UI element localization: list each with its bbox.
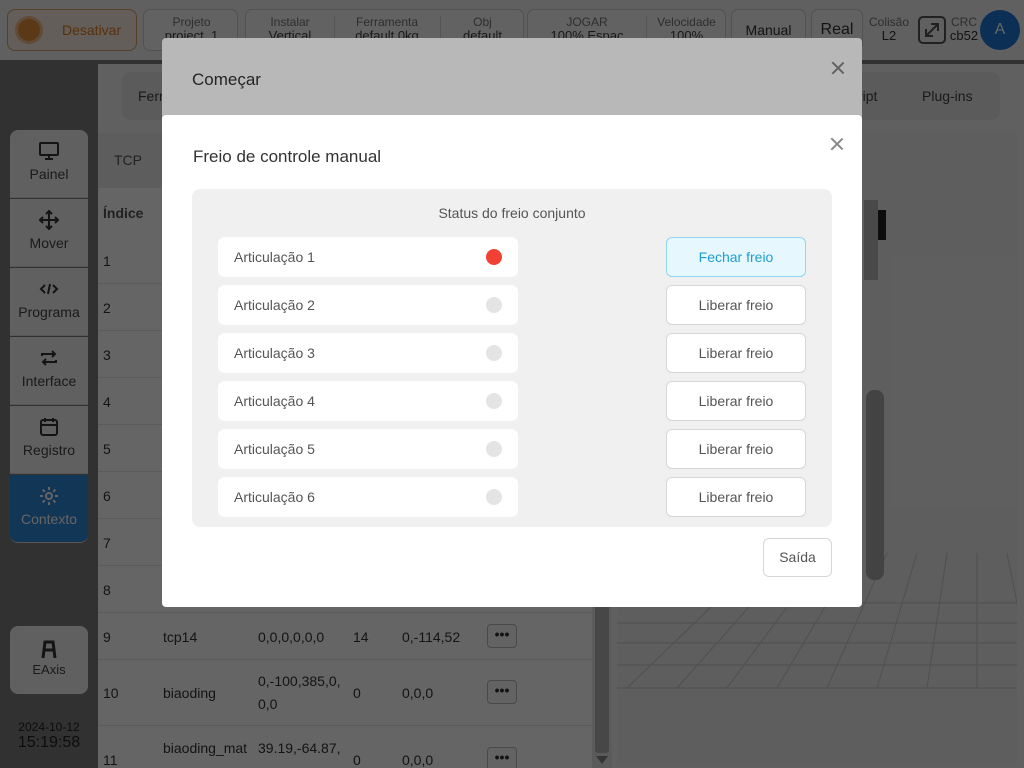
exit-button[interactable]: Saída xyxy=(763,538,832,577)
brake-status-indicator xyxy=(486,393,502,409)
joint-name: Articulação 5 xyxy=(234,441,315,457)
release-brake-button-3[interactable]: Liberar freio xyxy=(666,333,806,373)
joint-name: Articulação 2 xyxy=(234,297,315,313)
close-icon[interactable] xyxy=(830,137,844,151)
joint-status-6: Articulação 6 xyxy=(218,477,518,517)
brake-status-panel: Status do freio conjunto Articulação 1 F… xyxy=(192,189,832,527)
joint-status-2: Articulação 2 xyxy=(218,285,518,325)
brake-status-indicator xyxy=(486,249,502,265)
joint-status-5: Articulação 5 xyxy=(218,429,518,469)
brake-status-indicator xyxy=(486,489,502,505)
release-brake-button-6[interactable]: Liberar freio xyxy=(666,477,806,517)
joint-name: Articulação 6 xyxy=(234,489,315,505)
release-brake-button-4[interactable]: Liberar freio xyxy=(666,381,806,421)
close-brake-button-1[interactable]: Fechar freio xyxy=(666,237,806,277)
brake-panel-title: Status do freio conjunto xyxy=(438,205,586,221)
joint-name: Articulação 3 xyxy=(234,345,315,361)
joint-status-4: Articulação 4 xyxy=(218,381,518,421)
brake-status-indicator xyxy=(486,297,502,313)
release-brake-button-5[interactable]: Liberar freio xyxy=(666,429,806,469)
brake-dialog-title: Freio de controle manual xyxy=(193,147,382,166)
joint-status-3: Articulação 3 xyxy=(218,333,518,373)
release-brake-button-2[interactable]: Liberar freio xyxy=(666,285,806,325)
brake-status-indicator xyxy=(486,441,502,457)
joint-status-1: Articulação 1 xyxy=(218,237,518,277)
manual-brake-dialog: Freio de controle manual Status do freio… xyxy=(162,115,862,607)
joint-name: Articulação 1 xyxy=(234,249,315,265)
brake-status-indicator xyxy=(486,345,502,361)
joint-name: Articulação 4 xyxy=(234,393,315,409)
